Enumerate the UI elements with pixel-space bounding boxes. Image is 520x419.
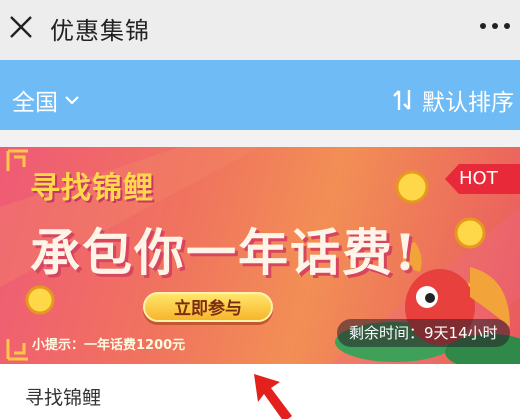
promo-banner[interactable]: 寻找锦鲤 承包你一年话费! HOT 立即参与 小提示：一年话费1200元 剩余时… xyxy=(0,147,520,364)
brand-title: 寻找锦鲤 xyxy=(30,171,154,206)
card-title[interactable]: 寻找锦鲤 xyxy=(25,383,101,410)
hot-badge: HOT xyxy=(445,164,520,194)
promo-tip: 小提示：一年话费1200元 xyxy=(32,338,186,353)
sort-icon xyxy=(393,90,411,110)
countdown-badge: 剩余时间：9天14小时 xyxy=(337,319,510,347)
promo-card[interactable]: 寻找锦鲤 承包你一年话费! HOT 立即参与 小提示：一年话费1200元 剩余时… xyxy=(0,147,520,419)
sort-label: 默认排序 xyxy=(422,90,514,116)
cursor-arrow-icon xyxy=(254,374,292,419)
more-icon[interactable] xyxy=(478,20,512,32)
top-nav-bar: 优惠集锦 xyxy=(0,0,520,60)
sort-button[interactable]: 默认排序 xyxy=(390,83,514,117)
promo-headline: 承包你一年话费! xyxy=(30,223,418,282)
chevron-down-icon xyxy=(65,96,79,105)
filter-bar: 全国 默认排序 xyxy=(0,60,520,130)
close-icon[interactable] xyxy=(6,12,36,42)
join-now-button[interactable]: 立即参与 xyxy=(143,292,273,322)
section-gap xyxy=(0,130,520,147)
region-label: 全国 xyxy=(12,90,58,116)
page-title: 优惠集锦 xyxy=(50,17,150,45)
region-dropdown[interactable]: 全国 xyxy=(12,83,80,117)
